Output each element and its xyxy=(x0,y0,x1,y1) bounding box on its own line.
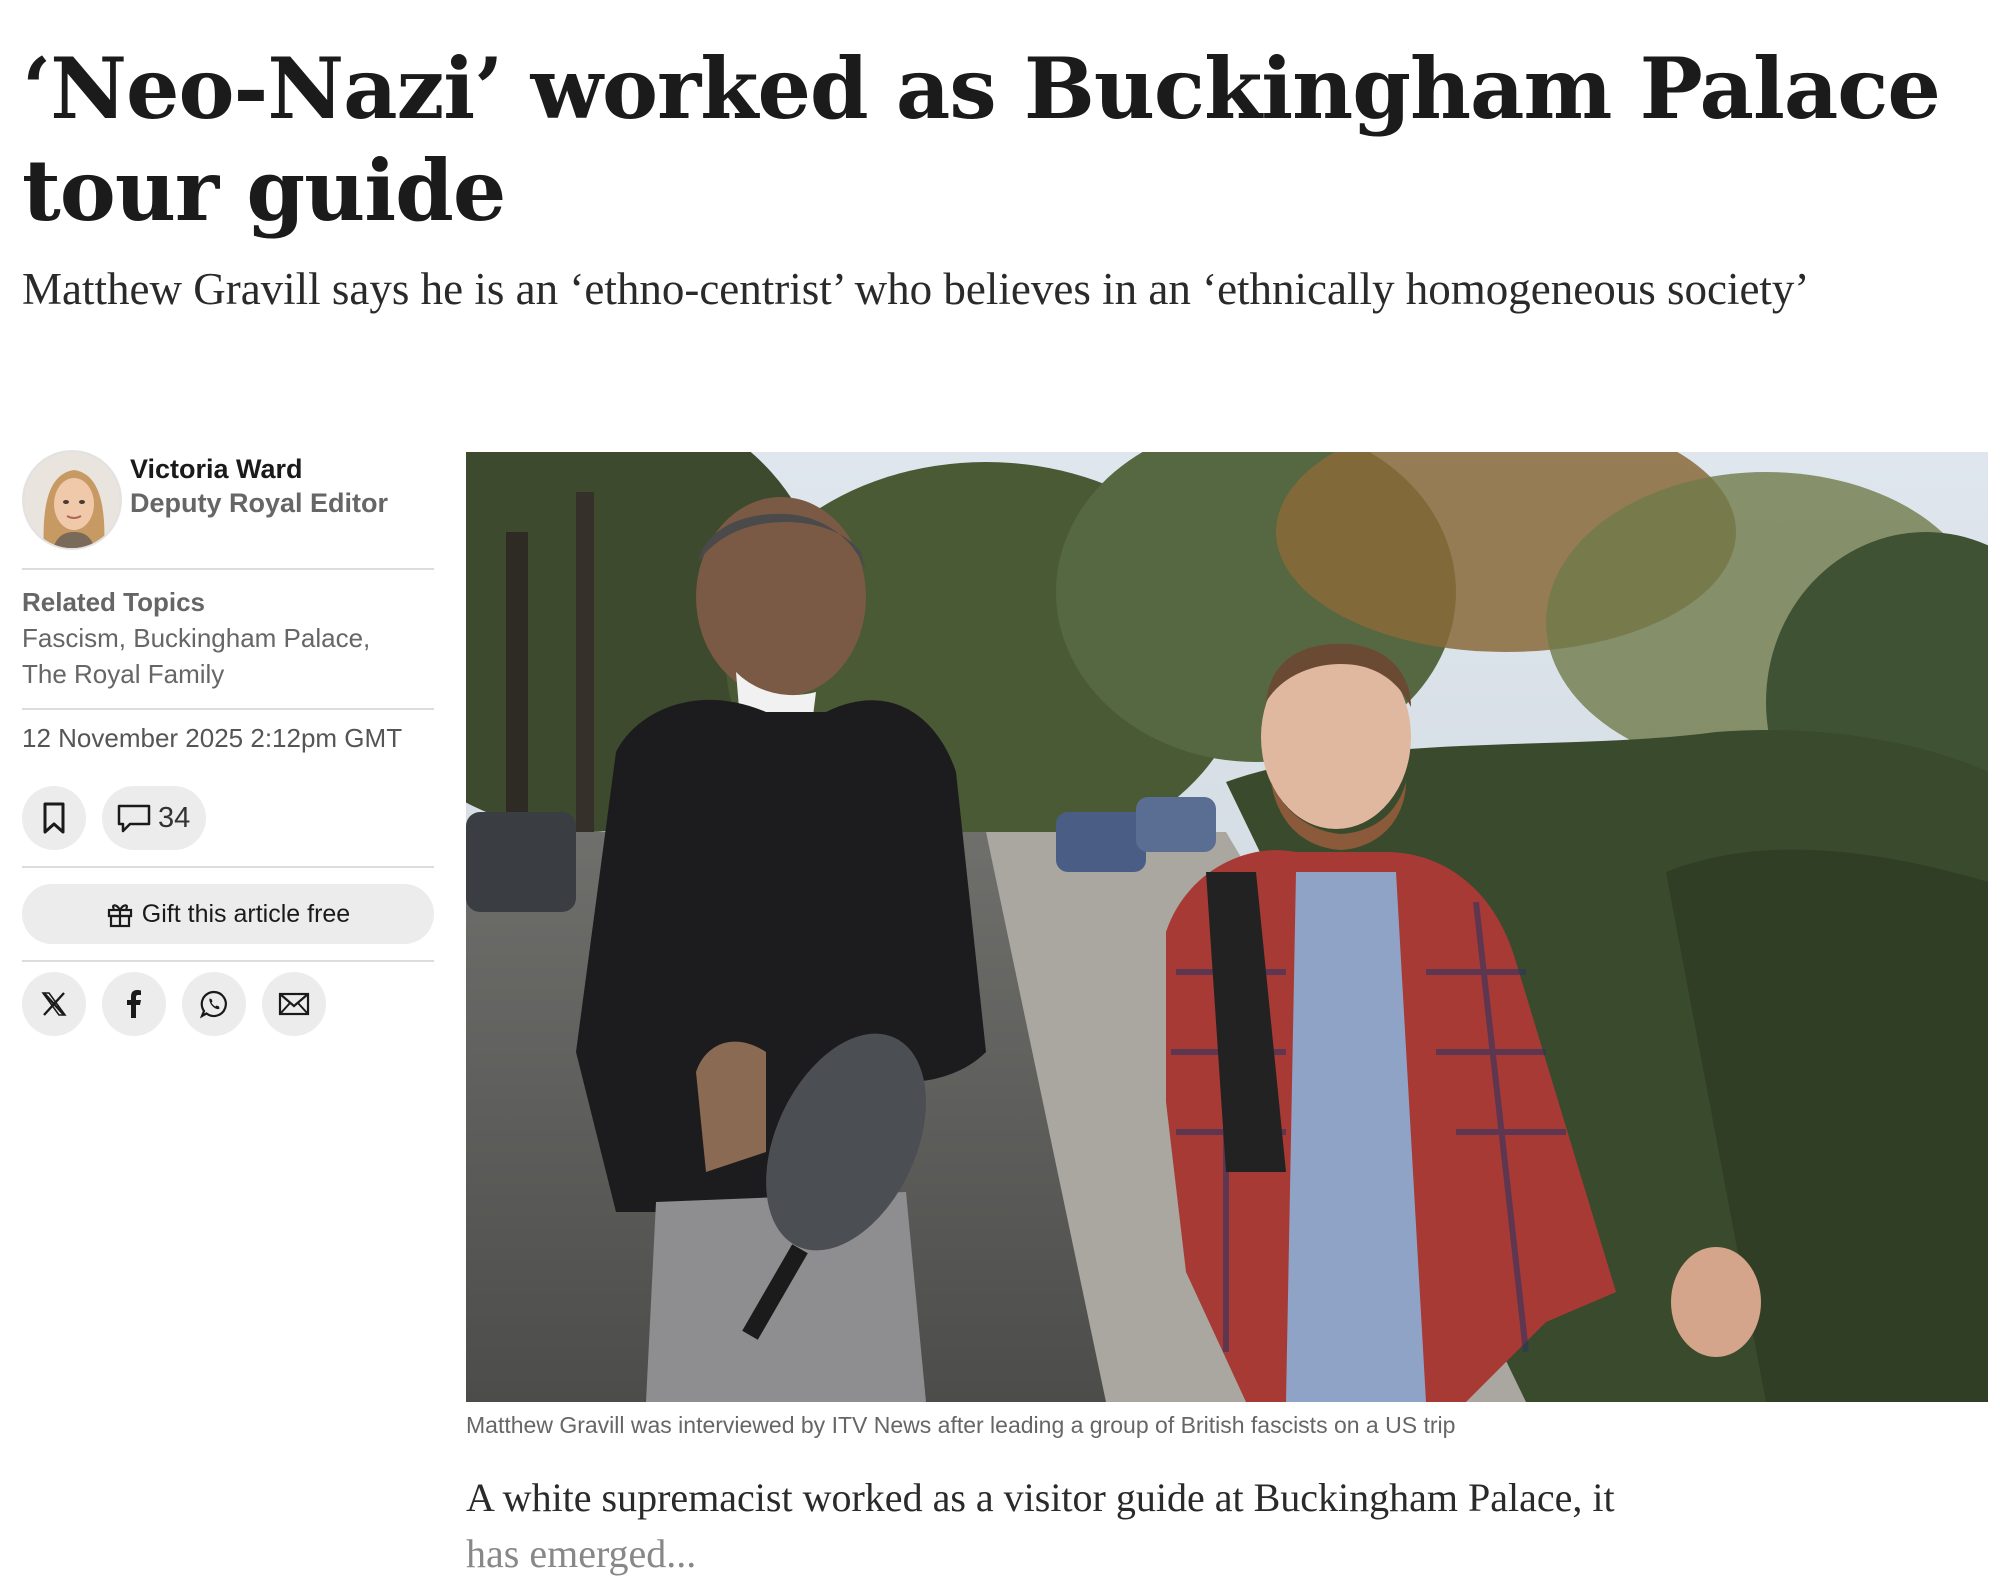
gift-article-button[interactable]: Gift this article free xyxy=(22,884,434,944)
image-caption: Matthew Gravill was interviewed by ITV N… xyxy=(466,1412,1456,1438)
article-standfirst: Matthew Gravill says he is an ‘ethno-cen… xyxy=(22,264,1810,314)
author-byline[interactable]: Victoria Ward Deputy Royal Editor xyxy=(22,450,434,550)
bookmark-icon xyxy=(43,802,65,834)
share-buttons xyxy=(22,962,434,1036)
article-main-image[interactable] xyxy=(466,452,1988,1402)
related-topics-label: Related Topics xyxy=(22,587,206,617)
comment-icon xyxy=(117,804,151,833)
gift-icon xyxy=(107,904,132,928)
article-intro: A white supremacist worked as a visitor … xyxy=(466,1470,1726,1578)
topic-link-buckingham-palace[interactable]: Buckingham Palace xyxy=(133,623,363,653)
author-role: Deputy Royal Editor xyxy=(130,488,389,518)
share-email-button[interactable] xyxy=(262,972,326,1036)
comment-count: 34 xyxy=(158,801,191,834)
x-icon xyxy=(41,992,67,1016)
author-avatar[interactable] xyxy=(22,450,122,550)
facebook-icon xyxy=(127,990,141,1018)
article-photo xyxy=(466,452,1988,1402)
author-portrait-image xyxy=(24,452,120,548)
topic-link-royal-family[interactable]: The Royal Family xyxy=(22,659,224,689)
related-topics: Related Topics Fascism, Buckingham Palac… xyxy=(22,570,434,708)
share-x-button[interactable] xyxy=(22,972,86,1036)
email-icon xyxy=(278,992,310,1016)
article-headline: ‘Neo-Nazi’ worked as Buckingham Palace t… xyxy=(22,39,1941,240)
article-actions: 34 xyxy=(22,770,434,866)
article-intro-line: A white supremacist worked as a visitor … xyxy=(466,1475,1615,1520)
article-intro-line-faded: has emerged... xyxy=(466,1531,697,1576)
gift-article-label: Gift this article free xyxy=(141,899,351,928)
publish-date: 12 November 2025 2:12pm GMT xyxy=(22,723,403,753)
topic-link-fascism[interactable]: Fascism xyxy=(22,623,119,653)
author-name[interactable]: Victoria Ward xyxy=(130,452,388,486)
article-sidebar: Victoria Ward Deputy Royal Editor Relate… xyxy=(22,450,434,1036)
bookmark-button[interactable] xyxy=(22,786,86,850)
share-facebook-button[interactable] xyxy=(102,972,166,1036)
comments-button[interactable]: 34 xyxy=(102,786,207,850)
related-topics-list: Fascism, Buckingham Palace, The Royal Fa… xyxy=(22,623,371,689)
whatsapp-icon xyxy=(199,990,227,1019)
share-whatsapp-button[interactable] xyxy=(182,972,246,1036)
